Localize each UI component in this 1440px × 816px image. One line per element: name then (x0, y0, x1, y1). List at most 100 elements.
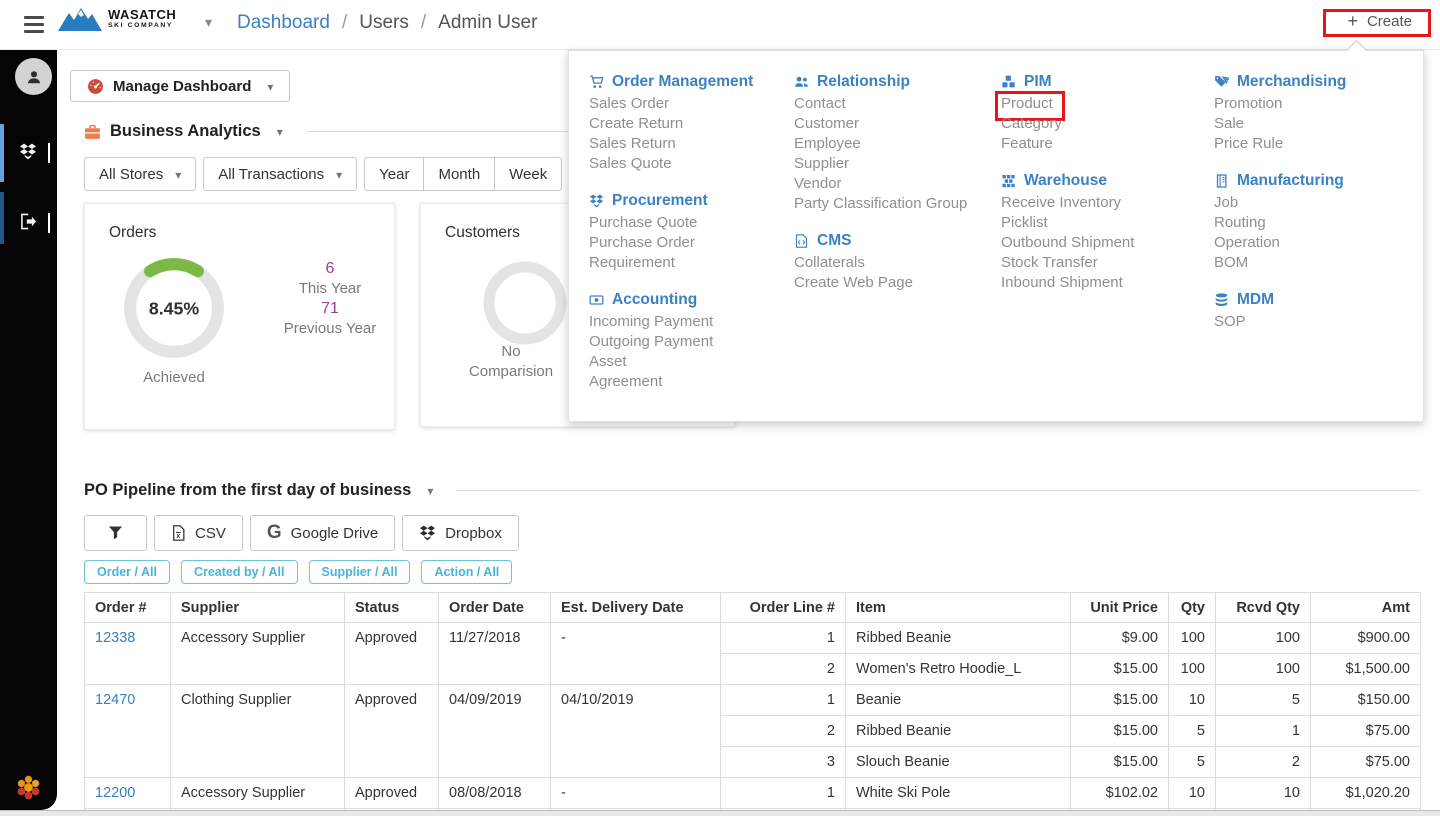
orders-stats: 6 This Year 71 Previous Year (263, 259, 397, 339)
export-google-drive-button[interactable]: G Google Drive (249, 515, 396, 551)
menu-item[interactable]: Operation (1214, 233, 1419, 253)
menu-item[interactable]: Feature (1001, 134, 1206, 154)
col-status: Status (344, 592, 439, 623)
plus-icon: + (1347, 11, 1358, 31)
menu-item[interactable]: Employee (794, 134, 999, 154)
filter-button[interactable] (84, 515, 147, 551)
section-title: Business Analytics (110, 122, 261, 140)
analytics-filters: All Stores All Transactions Year Month W… (84, 157, 563, 191)
menu-item[interactable]: Price Rule (1214, 134, 1419, 154)
menu-item[interactable]: Outgoing Payment (589, 332, 794, 352)
period-month-button[interactable]: Month (423, 157, 496, 191)
tags-icon (1215, 76, 1229, 87)
menu-item-product[interactable]: Product (995, 91, 1206, 121)
menu-item[interactable]: Requirement (589, 253, 794, 273)
po-toolbar: x CSV G Google Drive Dropbox (84, 515, 519, 551)
menu-section-cms: CMS Collaterals Create Web Page (794, 231, 999, 293)
menu-item[interactable]: BOM (1214, 253, 1419, 273)
chevron-down-icon[interactable] (420, 481, 433, 500)
order-link[interactable]: 12200 (95, 785, 135, 801)
menu-item[interactable]: Incoming Payment (589, 312, 794, 332)
chip-order-all[interactable]: Order / All (84, 560, 170, 584)
menu-section-mdm: MDM SOP (1214, 290, 1419, 332)
menu-item[interactable]: Contact (794, 94, 999, 114)
col-order-no: Order # (84, 592, 171, 623)
sidebar-indicator-light-blue (0, 124, 4, 182)
left-sidebar (0, 50, 57, 810)
po-pipeline-header: PO Pipeline from the first day of busine… (84, 481, 1420, 500)
menu-item[interactable]: Vendor (794, 174, 999, 194)
menu-item[interactable]: Outbound Shipment (1001, 233, 1206, 253)
menu-item[interactable]: Promotion (1214, 94, 1419, 114)
this-year-label: This Year (298, 280, 362, 297)
manage-dashboard-button[interactable]: Manage Dashboard (70, 70, 291, 102)
sidebar-indicator-dark-blue (0, 192, 4, 244)
period-button-group: Year Month Week (364, 157, 563, 191)
menu-item[interactable]: Job (1214, 193, 1419, 213)
period-year-button[interactable]: Year (364, 157, 425, 191)
chip-created-by-all[interactable]: Created by / All (180, 560, 298, 584)
all-stores-dropdown[interactable]: All Stores (84, 157, 197, 191)
col-supplier: Supplier (170, 592, 345, 623)
menu-item[interactable]: Sales Quote (589, 154, 794, 174)
menu-item[interactable]: Routing (1214, 213, 1419, 233)
create-mega-menu: Order Management Sales Order Create Retu… (568, 50, 1424, 422)
menu-item[interactable]: Purchase Order (589, 233, 794, 253)
menu-item[interactable]: Purchase Quote (589, 213, 794, 233)
flower-logo-icon[interactable] (15, 774, 42, 801)
hamburger-menu-icon[interactable] (24, 16, 44, 33)
menu-item[interactable]: Sales Return (589, 134, 794, 154)
po-table: Order # Supplier Status Order Date Est. … (84, 592, 1421, 813)
boxes-icon (1002, 175, 1015, 188)
breadcrumb-dashboard[interactable]: Dashboard (237, 12, 330, 34)
menu-item[interactable]: Receive Inventory (1001, 193, 1206, 213)
menu-item[interactable]: Inbound Shipment (1001, 273, 1206, 293)
menu-item[interactable]: Create Web Page (794, 273, 999, 293)
menu-item[interactable]: Party Classification Group (794, 194, 999, 214)
menu-item[interactable]: Agreement (589, 372, 794, 392)
file-code-icon (795, 234, 808, 248)
menu-item[interactable]: Asset (589, 352, 794, 372)
menu-item[interactable]: Sale (1214, 114, 1419, 134)
brand-chevron-down-icon[interactable] (205, 14, 212, 32)
sidebar-dropbox-icon[interactable] (19, 143, 37, 160)
create-button[interactable]: + Create (1347, 12, 1412, 30)
sidebar-sign-out-icon[interactable] (19, 213, 37, 230)
menu-item[interactable]: Collaterals (794, 253, 999, 273)
mountain-logo-icon (58, 8, 102, 31)
chip-action-all[interactable]: Action / All (421, 560, 513, 584)
menu-section-accounting: Accounting Incoming Payment Outgoing Pay… (589, 290, 794, 392)
menu-item[interactable]: Picklist (1001, 213, 1206, 233)
menu-item[interactable]: Stock Transfer (1001, 253, 1206, 273)
brand-logo[interactable]: WASATCH SKI COMPANY (58, 6, 176, 32)
breadcrumb-admin-user: Admin User (438, 12, 538, 33)
menu-section-order-management: Order Management Sales Order Create Retu… (589, 72, 794, 174)
po-filter-chips: Order / All Created by / All Supplier / … (84, 560, 513, 584)
period-week-button[interactable]: Week (494, 157, 563, 191)
menu-section-manufacturing: Manufacturing Job Routing Operation BOM (1214, 171, 1419, 273)
person-icon (27, 70, 40, 83)
chip-supplier-all[interactable]: Supplier / All (308, 560, 411, 584)
previous-year-value: 71 (321, 300, 339, 317)
cart-icon (590, 75, 604, 88)
menu-item[interactable]: SOP (1214, 312, 1419, 332)
menu-item[interactable]: Supplier (794, 154, 999, 174)
orders-donut-chart: 8.45% (124, 258, 224, 358)
menu-section-procurement: Procurement Purchase Quote Purchase Orde… (589, 191, 794, 273)
col-est-delivery-date: Est. Delivery Date (550, 592, 721, 623)
menu-item[interactable]: Create Return (589, 114, 794, 134)
menu-item[interactable]: Customer (794, 114, 999, 134)
export-csv-button[interactable]: x CSV (154, 515, 243, 551)
order-link[interactable]: 12338 (95, 630, 135, 646)
orders-percent-label: 8.45% (149, 299, 199, 319)
all-transactions-dropdown[interactable]: All Transactions (203, 157, 358, 191)
user-avatar[interactable] (15, 58, 52, 95)
export-dropbox-button[interactable]: Dropbox (402, 515, 519, 551)
menu-item[interactable]: Sales Order (589, 94, 794, 114)
orders-card-title: Orders (109, 224, 157, 241)
order-link[interactable]: 12470 (95, 692, 135, 708)
menu-item[interactable]: Category (1001, 114, 1206, 134)
chevron-down-icon[interactable] (270, 122, 283, 141)
breadcrumb-users: Users (359, 12, 409, 33)
svg-text:x: x (176, 533, 180, 540)
